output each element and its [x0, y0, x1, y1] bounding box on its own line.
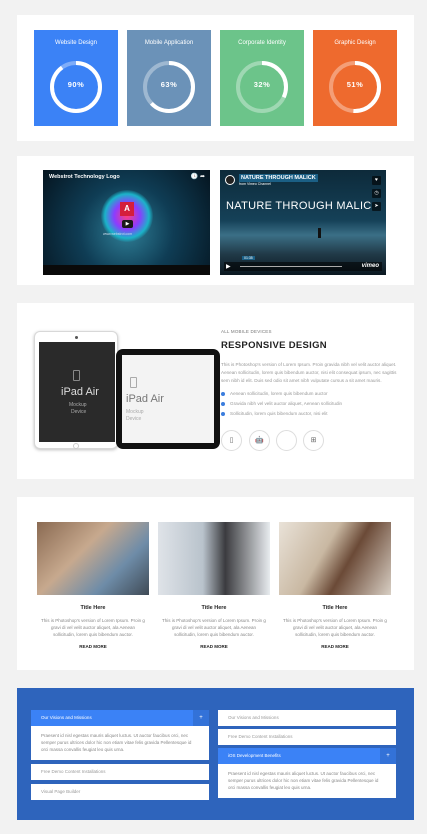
progress-tile-graphic-design: Graphic Design 51% [313, 30, 397, 126]
bullet-dot-icon [221, 401, 225, 406]
play-button[interactable]: ▶ [122, 220, 133, 228]
read-more-link[interactable]: READ MORE [279, 644, 391, 649]
person-silhouette [318, 228, 321, 238]
device-sub: Mockup [126, 409, 144, 415]
tile-percent: 32% [253, 80, 271, 89]
tile-percent: 51% [346, 80, 364, 89]
video-time: 01:35 [242, 256, 255, 260]
card-photo [279, 522, 391, 595]
bullet-dot-icon [221, 391, 225, 396]
play-icon[interactable]: ▶ [226, 263, 231, 270]
cards-section: Title Here This is Photoshop's version o… [17, 497, 414, 670]
card-text: This is Photoshop's version of Lorem Ips… [162, 618, 266, 637]
feature-bullet: Aenean sollicitudin, lorem quis bibendum… [221, 391, 328, 396]
accordion-header[interactable]: Free Demo Content Installations [31, 764, 209, 780]
channel-avatar[interactable] [225, 175, 235, 185]
video-byline: from Vimeo Channel [239, 182, 271, 186]
video-title[interactable]: NATURE THROUGH MALICK [239, 174, 318, 182]
device-name: iPad Air [126, 393, 164, 405]
feature-bullet: Gravida nibh vel velit auctor aliquet, A… [221, 401, 342, 406]
blog-card: Title Here This is Photoshop's version o… [37, 522, 149, 649]
accordion-header-active[interactable]: Our Visions and Missions + [31, 710, 209, 726]
card-title: Title Here [201, 605, 227, 611]
expand-icon[interactable]: + [193, 710, 209, 726]
accordion-header[interactable]: Visual Page Builder [31, 784, 209, 800]
device-sub-2: Device [126, 416, 142, 422]
phone-icon[interactable]: ▯ [221, 430, 242, 451]
section-heading: RESPONSIVE DESIGN [221, 340, 327, 351]
tile-percent: 63% [160, 80, 178, 89]
progress-track[interactable] [240, 266, 342, 267]
section-paragraph: This is Photoshop's version of Lorem Ips… [221, 362, 397, 383]
windows-icon[interactable]: ⊞ [303, 430, 324, 451]
card-title: Title Here [80, 605, 106, 611]
tablet-icon [73, 370, 80, 381]
device-sub-2: Device [71, 409, 87, 415]
section-kicker: ALL MOBILE DEVICES [221, 329, 272, 334]
expand-icon[interactable]: + [380, 748, 396, 764]
device-screen: iPad Air Mockup Device [39, 342, 115, 442]
accordion-header[interactable]: Our Visions and Missions [218, 710, 396, 726]
video-overlay-title: NATURE THROUGH MALIC [226, 200, 372, 212]
tile-percent: 90% [67, 80, 85, 89]
card-photo [158, 522, 270, 595]
video-title: Webstrot Technology Logo [49, 174, 120, 180]
card-photo [37, 522, 149, 595]
apple-icon[interactable] [276, 430, 297, 451]
video-control-bar: ▶ 01:35 vimeo [224, 256, 382, 271]
like-icon[interactable]: ♥ [372, 176, 381, 185]
accordion-header-active[interactable]: iOS Development Benefits + [218, 748, 396, 764]
video-control-bar [43, 265, 210, 275]
progress-tile-mobile-application: Mobile Application 63% [127, 30, 211, 126]
feature-bullet: Sollicitudin, lorem quis bibendum auctor… [221, 411, 328, 416]
accordion-header[interactable]: Free Demo Content Installations [218, 729, 396, 745]
blog-card: Title Here This is Photoshop's version o… [279, 522, 391, 649]
video-share-icons[interactable]: 🕓 ➦ [191, 173, 205, 180]
tile-title: Website Design [55, 40, 97, 46]
progress-tile-website-design: Website Design 90% [34, 30, 118, 126]
android-icon[interactable]: 🤖 [249, 430, 270, 451]
ipad-mockup-white: iPad Air Mockup Device [34, 331, 118, 449]
video-url-text: www.webstrot.com [103, 232, 133, 236]
blog-card: Title Here This is Photoshop's version o… [158, 522, 270, 649]
accordion-body: Praesent id nisl egestas mauris aliquet … [31, 726, 209, 760]
vimeo-logo[interactable]: vimeo [362, 263, 379, 269]
tile-title: Mobile Application [144, 40, 194, 46]
card-text: This is Photoshop's version of Lorem Ips… [41, 618, 145, 637]
tile-title: Graphic Design [334, 40, 376, 46]
ipad-mockup-black: iPad Air Mockup Device [116, 349, 220, 449]
watch-later-icon[interactable]: ◷ [372, 189, 381, 198]
vimeo-side-actions: ♥ ◷ ➤ [372, 176, 381, 215]
tablet-icon [130, 377, 137, 388]
read-more-link[interactable]: READ MORE [37, 644, 149, 649]
read-more-link[interactable]: READ MORE [158, 644, 270, 649]
responsive-section: iPad Air Mockup Device iPad Air Mockup D… [17, 303, 414, 479]
accordion-body: Praesent id nisl egestas mauris aliquet … [218, 764, 396, 798]
device-name: iPad Air [61, 386, 99, 398]
camera-dot [75, 336, 78, 339]
home-button [73, 443, 79, 449]
device-sub: Mockup [69, 402, 87, 408]
progress-tile-corporate-identity: Corporate Identity 32% [220, 30, 304, 126]
youtube-video-player[interactable]: A Webstrot Technology Logo 🕓 ➦ ▶ www.web… [43, 170, 210, 275]
skills-section: Website Design 90% Mobile Application 63… [17, 15, 414, 141]
card-title: Title Here [322, 605, 348, 611]
bullet-dot-icon [221, 411, 225, 416]
card-text: This is Photoshop's version of Lorem Ips… [283, 618, 387, 637]
share-icon[interactable]: ➤ [372, 202, 381, 211]
video-section: A Webstrot Technology Logo 🕓 ➦ ▶ www.web… [17, 156, 414, 285]
device-screen: iPad Air Mockup Device [122, 355, 214, 443]
brand-logo: A [120, 202, 134, 216]
vimeo-video-player[interactable]: NATURE THROUGH MALICK from Vimeo Channel… [220, 170, 386, 275]
tile-title: Corporate Identity [238, 40, 286, 46]
accordion-section: Our Visions and Missions + Praesent id n… [17, 688, 414, 820]
